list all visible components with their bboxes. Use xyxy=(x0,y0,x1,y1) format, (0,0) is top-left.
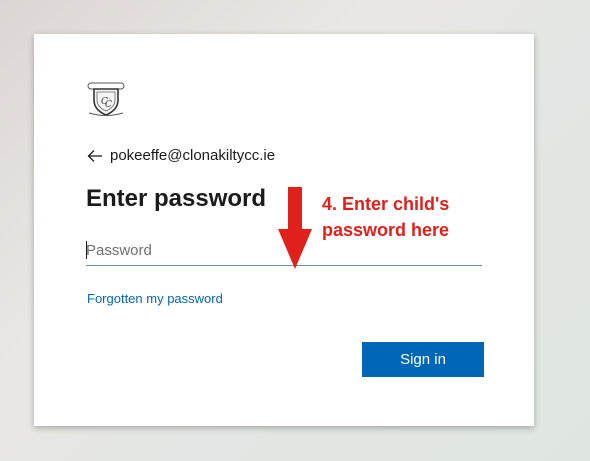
page-title: Enter password xyxy=(86,185,267,212)
sign-in-button[interactable]: Sign in xyxy=(362,342,484,377)
instruction-annotation: 4. Enter child's password here xyxy=(322,191,449,243)
svg-text:C: C xyxy=(105,100,112,110)
forgot-password-link[interactable]: Forgotten my password xyxy=(87,291,223,306)
account-email: pokeeffe@clonakiltycc.ie xyxy=(110,147,276,164)
text-caret xyxy=(86,241,87,259)
annotation-line-1: 4. Enter child's xyxy=(322,194,450,214)
annotation-line-2: password here xyxy=(322,220,450,240)
arrow-left-icon[interactable] xyxy=(87,149,103,163)
school-crest-icon: C C xyxy=(86,80,126,118)
red-down-arrow-icon xyxy=(278,187,312,269)
account-back-row[interactable]: pokeeffe@clonakiltycc.ie xyxy=(87,147,275,164)
